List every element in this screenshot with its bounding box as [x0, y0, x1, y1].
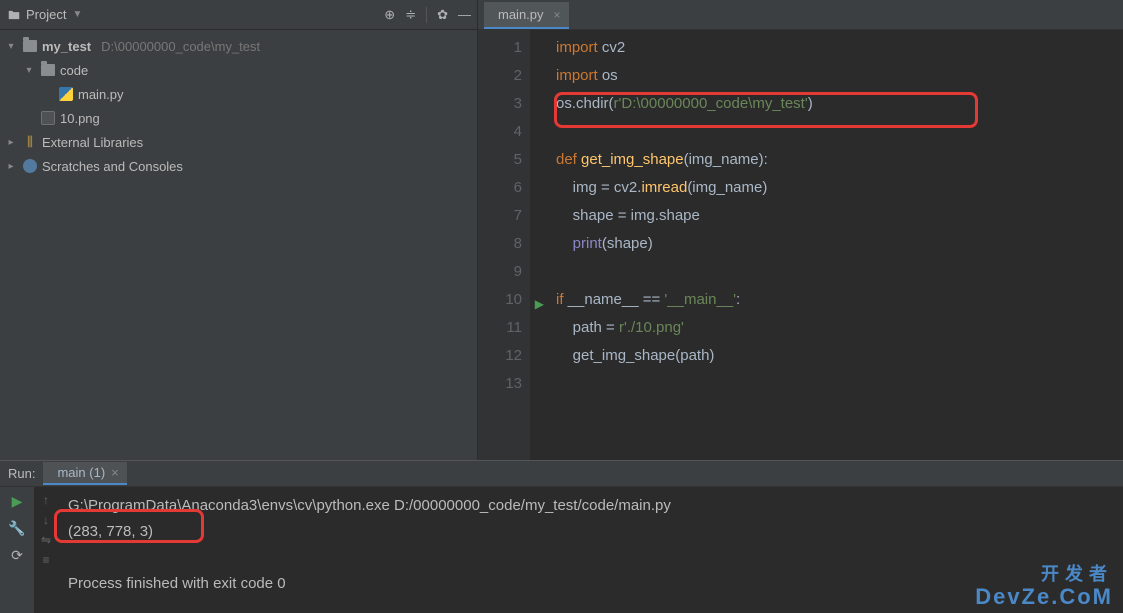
editor-pane: main.py × 12345678910111213 ▶ import cv2…	[478, 0, 1123, 460]
wrench-icon[interactable]: 🔧	[8, 520, 25, 537]
hide-icon[interactable]: —	[458, 7, 471, 22]
sidebar-tools: ⊕ ≑ ✿ —	[384, 7, 471, 23]
run-body: ▶ 🔧 ⟳ ↑ ↓ ⇋ ≡ G:\ProgramData\Anaconda3\e…	[0, 487, 1123, 613]
tree-scratches[interactable]: Scratches and Consoles	[0, 154, 477, 178]
watermark: 开发者 DevZe.CoM	[975, 565, 1113, 609]
more-icon[interactable]: ≡	[42, 553, 49, 567]
tree-folder-code[interactable]: code	[0, 58, 477, 82]
run-title: Run:	[8, 466, 35, 481]
close-icon[interactable]: ×	[554, 8, 561, 22]
tree-external-libs[interactable]: ⫼ External Libraries	[0, 130, 477, 154]
tree-root[interactable]: my_test D:\00000000_code\my_test	[0, 34, 477, 58]
tab-main-py[interactable]: main.py ×	[484, 2, 569, 29]
sidebar-title: Project	[26, 7, 66, 22]
rerun-icon[interactable]: ▶	[12, 493, 23, 510]
tab-label: main.py	[498, 7, 544, 22]
project-icon	[6, 8, 22, 22]
main-area: Project ▼ ⊕ ≑ ✿ — my_test D:\00000000_co…	[0, 0, 1123, 460]
gutter: 12345678910111213 ▶	[478, 30, 530, 460]
expand-icon[interactable]: ≑	[405, 7, 416, 23]
sidebar-header: Project ▼ ⊕ ≑ ✿ —	[0, 0, 477, 30]
console-output[interactable]: G:\ProgramData\Anaconda3\envs\cv\python.…	[58, 487, 1123, 613]
stop-rerun-icon[interactable]: ⟳	[11, 547, 23, 564]
tree-file-main[interactable]: main.py	[0, 82, 477, 106]
filter-icon[interactable]: ⇋	[41, 533, 51, 547]
up-icon[interactable]: ↑	[43, 493, 49, 507]
settings-icon[interactable]: ✿	[437, 7, 448, 23]
tree-file-png[interactable]: 10.png	[0, 106, 477, 130]
editor-tabs: main.py ×	[478, 0, 1123, 30]
run-tab[interactable]: main (1) ×	[43, 462, 126, 485]
run-nav: ↑ ↓ ⇋ ≡	[34, 487, 58, 613]
run-panel: Run: main (1) × ▶ 🔧 ⟳ ↑ ↓ ⇋ ≡ G:\Program…	[0, 460, 1123, 613]
dropdown-icon[interactable]: ▼	[72, 9, 82, 20]
close-icon[interactable]: ×	[111, 465, 119, 480]
code-area[interactable]: 12345678910111213 ▶ import cv2import oso…	[478, 30, 1123, 460]
down-icon[interactable]: ↓	[43, 513, 49, 527]
project-sidebar: Project ▼ ⊕ ≑ ✿ — my_test D:\00000000_co…	[0, 0, 478, 460]
project-tree: my_test D:\00000000_code\my_test code ma…	[0, 30, 477, 460]
locate-icon[interactable]: ⊕	[384, 7, 395, 23]
code-content[interactable]: import cv2import osos.chdir(r'D:\0000000…	[530, 30, 1123, 460]
run-tools: ▶ 🔧 ⟳	[0, 487, 34, 613]
run-header: Run: main (1) ×	[0, 461, 1123, 487]
run-tab-label: main (1)	[57, 465, 105, 480]
